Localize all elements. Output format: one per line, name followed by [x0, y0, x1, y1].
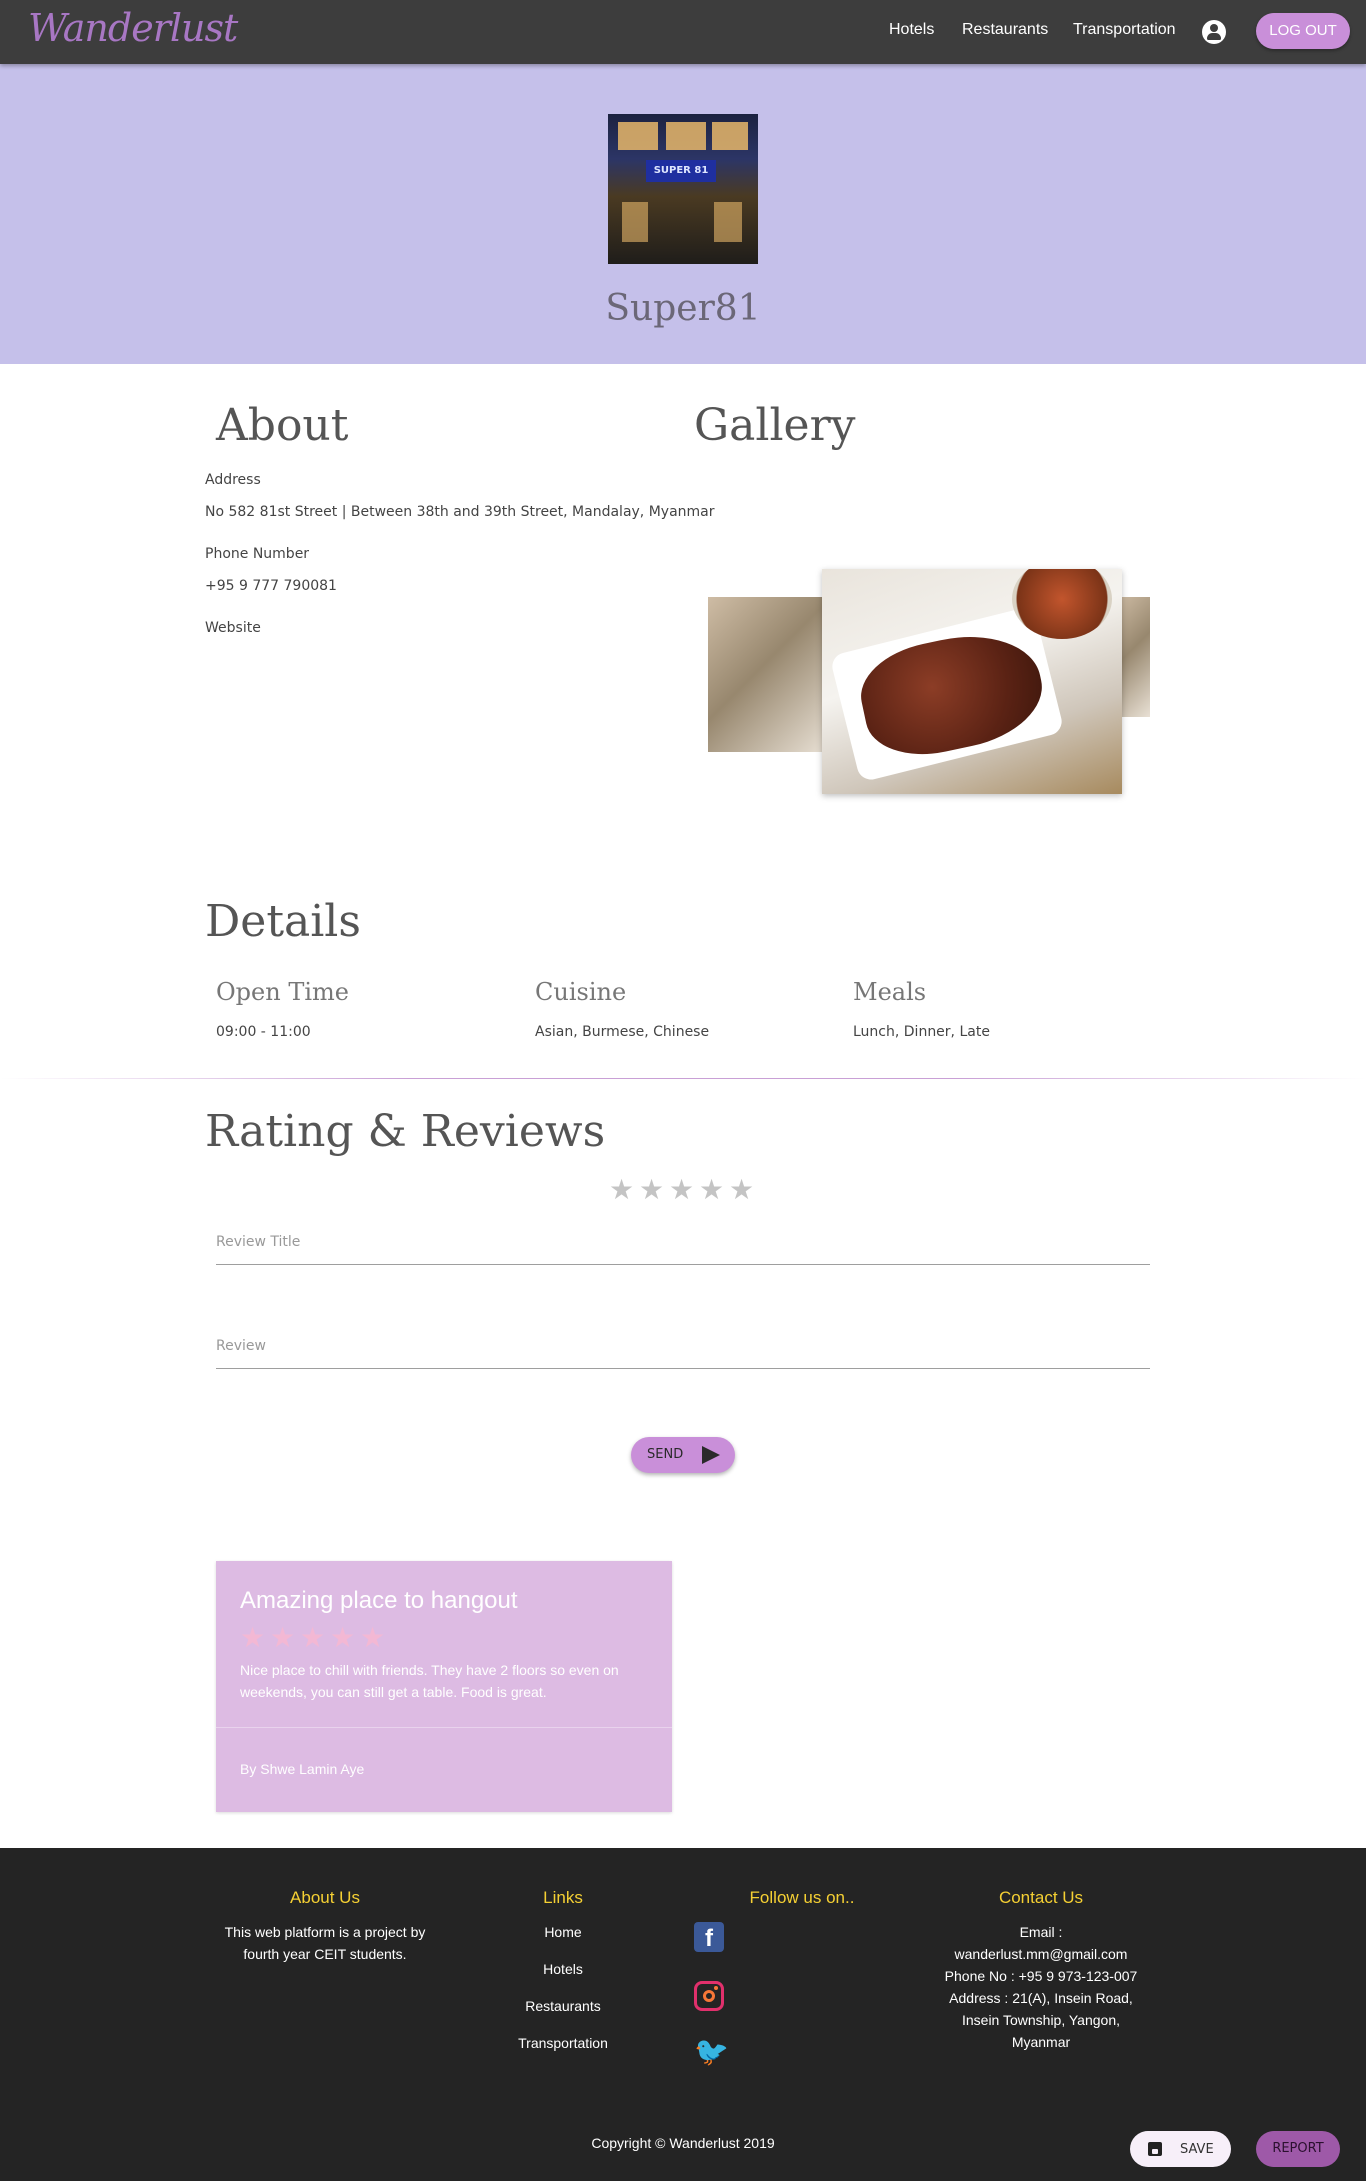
footer-links-heading: Links — [543, 1888, 583, 1907]
send-label: SEND — [647, 1447, 684, 1462]
footer-contact-address-1: Address : 21(A), Insein Road, — [949, 1990, 1133, 2006]
about-heading: About — [216, 400, 349, 451]
footer-about-heading: About Us — [290, 1888, 360, 1907]
rating-star-2-icon[interactable]: ★ — [639, 1176, 664, 1204]
restaurant-sign: SUPER 81 — [646, 160, 716, 182]
gallery-heading: Gallery — [694, 400, 856, 451]
rating-star-1-icon[interactable]: ★ — [609, 1176, 634, 1204]
review-text-underline — [216, 1368, 1150, 1369]
navbar: Wanderlust Hotels Restaurants Transporta… — [0, 0, 1366, 64]
account-icon[interactable] — [1202, 20, 1226, 44]
review-star-icon: ★ — [360, 1621, 386, 1654]
nav-link-transportation[interactable]: Transportation — [1073, 21, 1176, 39]
footer-contact-heading: Contact Us — [998, 1888, 1084, 1907]
review-text: Nice place to chill with friends. They h… — [240, 1662, 619, 1700]
restaurant-name: Super81 — [605, 288, 761, 329]
footer-contact-address-2: Insein Township, Yangon, — [961, 2012, 1120, 2028]
review-star-icon: ★ — [330, 1621, 356, 1654]
instagram-icon[interactable] — [694, 1981, 724, 2011]
send-button[interactable]: SEND — [631, 1437, 735, 1473]
address-value: No 582 81st Street | Between 38th and 39… — [205, 504, 715, 520]
footer-link-transportation[interactable]: Transportation — [488, 2035, 638, 2051]
footer-link-hotels[interactable]: Hotels — [488, 1961, 638, 1977]
meals-value: Lunch, Dinner, Late — [853, 1024, 990, 1040]
review-text-input[interactable]: Review — [216, 1338, 266, 1354]
review-star-icon: ★ — [240, 1621, 266, 1654]
footer-link-restaurants[interactable]: Restaurants — [488, 1998, 638, 2014]
rating-star-3-icon[interactable]: ★ — [669, 1176, 694, 1204]
hero-banner: SUPER 81 Super81 — [0, 64, 1366, 364]
site-logo[interactable]: Wanderlust — [28, 6, 238, 50]
review-star-icon: ★ — [270, 1621, 296, 1654]
review-star-icon: ★ — [300, 1621, 326, 1654]
gallery-image-prev[interactable] — [708, 597, 828, 752]
footer-follow-heading: Follow us on.. — [749, 1888, 855, 1907]
cuisine-value: Asian, Burmese, Chinese — [535, 1024, 710, 1040]
rating-star-5-icon[interactable]: ★ — [729, 1176, 754, 1204]
logout-button[interactable]: LOG OUT — [1256, 13, 1350, 49]
send-icon — [702, 1446, 720, 1464]
phone-value: +95 9 777 790081 — [205, 578, 337, 594]
save-button[interactable]: SAVE — [1130, 2131, 1231, 2167]
review-divider — [216, 1727, 672, 1728]
review-title-underline — [216, 1264, 1150, 1265]
review-title: Amazing place to hangout — [240, 1587, 518, 1614]
footer-contact-address-3: Myanmar — [1011, 2034, 1071, 2050]
phone-label: Phone Number — [205, 546, 310, 562]
cuisine-title: Cuisine — [535, 978, 627, 1006]
review-title-input[interactable]: Review Title — [216, 1234, 300, 1250]
gallery-image-current[interactable] — [822, 569, 1122, 794]
nav-link-hotels[interactable]: Hotels — [889, 21, 934, 39]
report-button[interactable]: REPORT — [1256, 2131, 1340, 2167]
save-disk-icon — [1148, 2142, 1162, 2156]
website-label: Website — [205, 620, 261, 636]
nav-link-restaurants[interactable]: Restaurants — [962, 21, 1048, 39]
save-label: SAVE — [1180, 2142, 1214, 2157]
rating-heading: Rating & Reviews — [205, 1106, 606, 1157]
open-time-title: Open Time — [216, 978, 349, 1006]
rating-star-4-icon[interactable]: ★ — [699, 1176, 724, 1204]
open-time-value: 09:00 - 11:00 — [216, 1024, 311, 1040]
footer-contact-email-label: Email : — [1019, 1924, 1063, 1940]
address-label: Address — [205, 472, 261, 488]
twitter-icon[interactable]: 🐦 — [694, 2037, 729, 2067]
review-author: By Shwe Lamin Aye — [240, 1761, 365, 1777]
facebook-icon[interactable]: f — [694, 1922, 724, 1952]
details-heading: Details — [205, 896, 361, 947]
review-card: Amazing place to hangout ★ ★ ★ ★ ★ Nice … — [216, 1561, 672, 1812]
section-divider — [0, 1078, 1366, 1079]
footer-about-text: This web platform is a project by fourth… — [224, 1924, 426, 1962]
footer-contact-phone: Phone No : +95 9 973-123-007 — [944, 1968, 1138, 1984]
footer-link-home[interactable]: Home — [488, 1924, 638, 1940]
meals-title: Meals — [853, 978, 927, 1006]
restaurant-photo: SUPER 81 — [608, 114, 758, 264]
footer-contact-email: wanderlust.mm@gmail.com — [954, 1946, 1128, 1962]
